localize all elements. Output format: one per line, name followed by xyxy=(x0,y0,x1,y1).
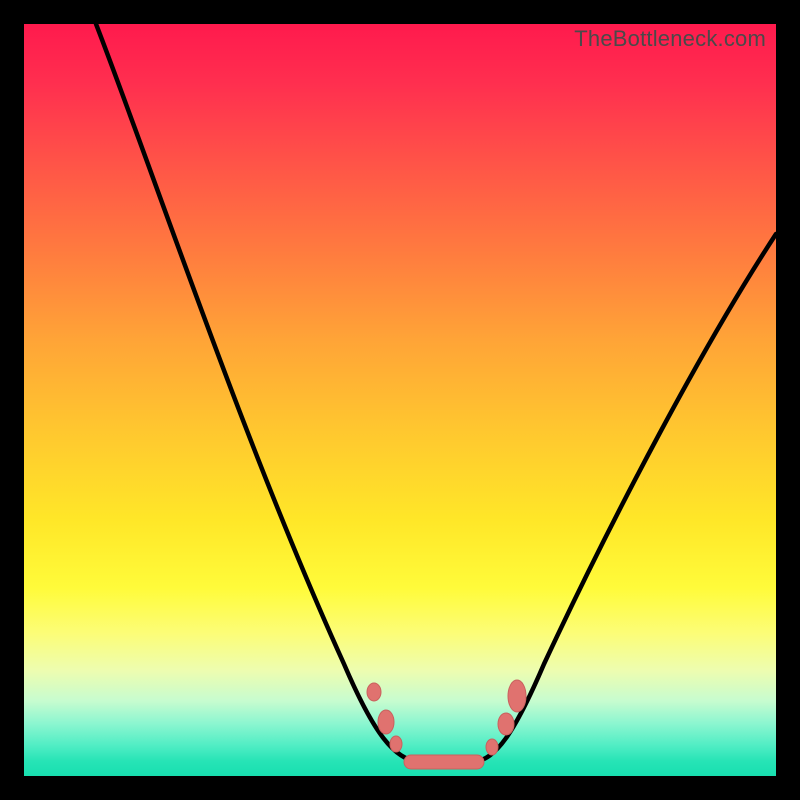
bottleneck-curve xyxy=(24,24,776,776)
curve-marker xyxy=(378,710,394,734)
curve-marker xyxy=(486,739,498,755)
trough-marker xyxy=(404,755,484,769)
curve-marker xyxy=(390,736,402,752)
curve-marker xyxy=(367,683,381,701)
curve-marker xyxy=(508,680,526,712)
curve-marker xyxy=(498,713,514,735)
chart-plot-area: TheBottleneck.com xyxy=(24,24,776,776)
curve-path xyxy=(96,24,776,762)
